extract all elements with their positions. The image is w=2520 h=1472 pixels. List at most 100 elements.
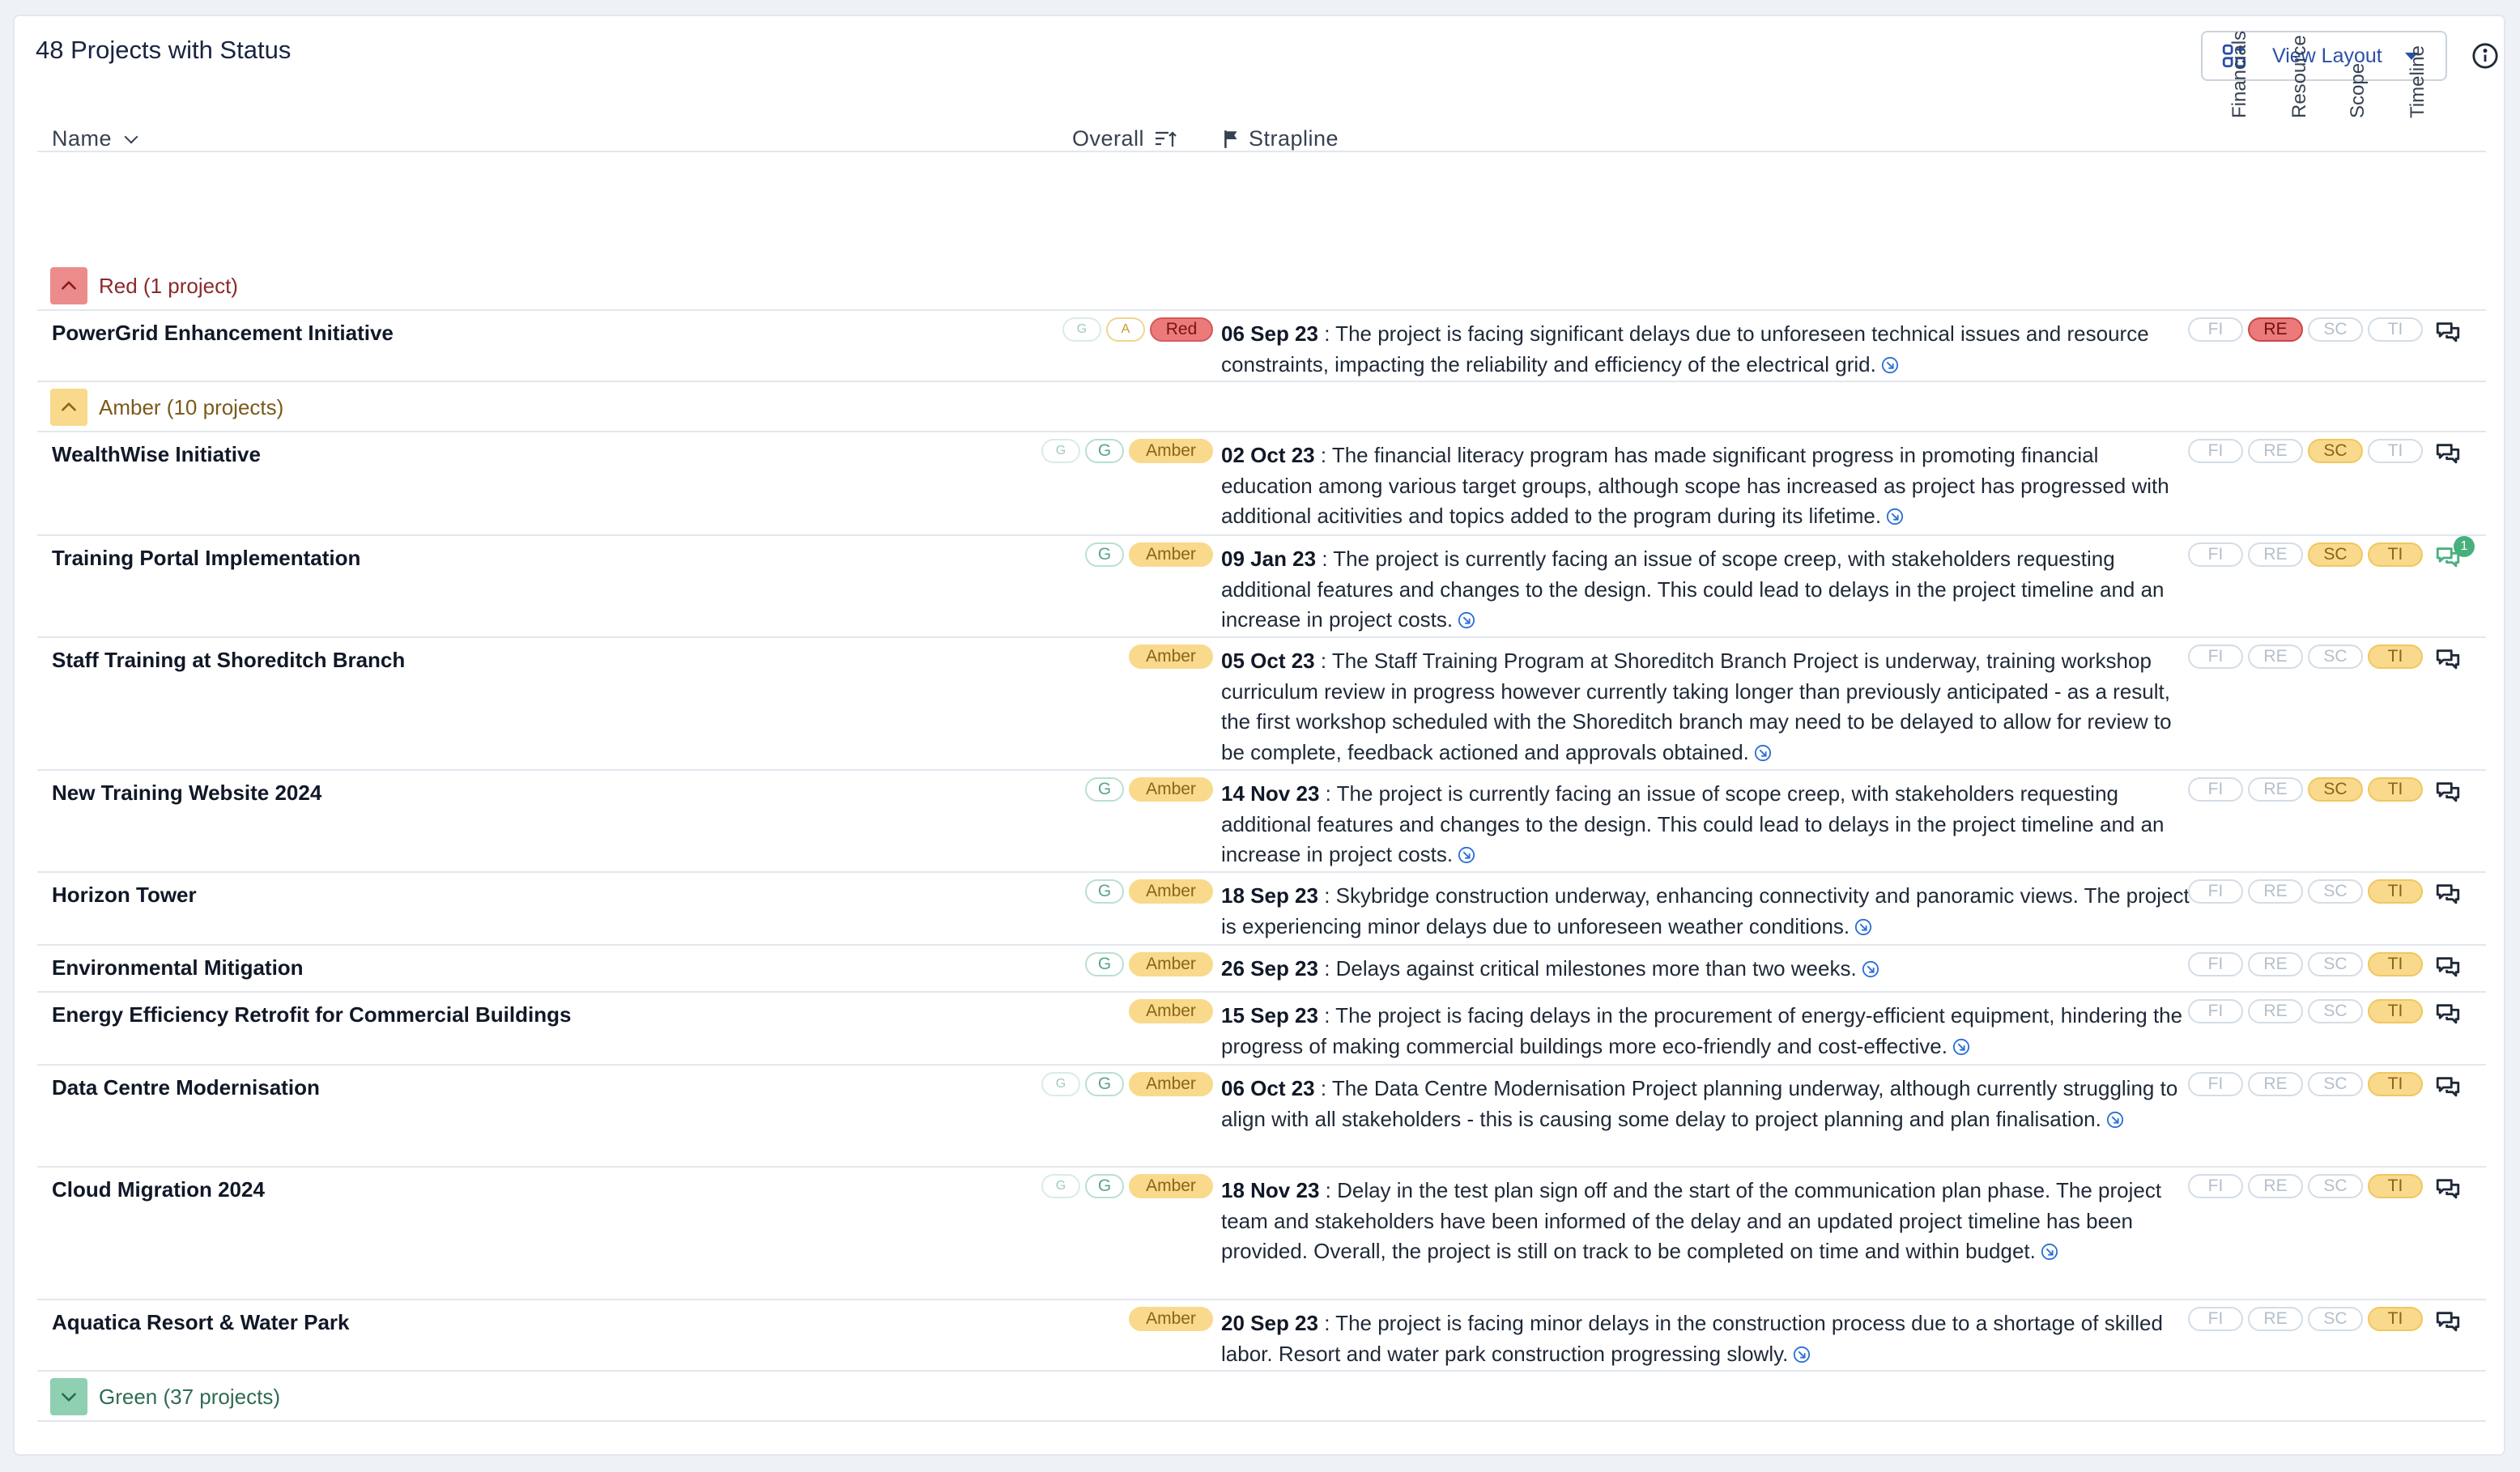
flag-icon xyxy=(1224,130,1237,148)
open-link-icon[interactable] xyxy=(2106,1111,2124,1129)
indicator-ti: TI xyxy=(2368,1307,2423,1331)
comments-button[interactable] xyxy=(2434,881,2462,908)
comments-button[interactable] xyxy=(2434,779,2462,806)
indicator-pills: FI RE SC TI xyxy=(2188,645,2423,669)
strapline: 14 Nov 23 : The project is currently fac… xyxy=(1221,779,2193,870)
status-history: Amber xyxy=(1129,999,1213,1023)
comment-count-badge: 1 xyxy=(2454,536,2475,557)
column-header-name[interactable]: Name xyxy=(52,126,138,151)
overall-status-badge: Amber xyxy=(1129,542,1213,567)
overall-status-badge: Red xyxy=(1150,317,1213,342)
strapline-text: : Skybridge construction underway, enhan… xyxy=(1221,883,2190,938)
table-row[interactable]: Aquatica Resort & Water Park Amber 20 Sep … xyxy=(37,1302,2486,1372)
table-row[interactable]: PowerGrid Enhancement Initiative G A Red 06 … xyxy=(37,313,2486,382)
table-row[interactable]: Environmental Mitigation G Amber 26 Sep 23 … xyxy=(37,947,2486,993)
project-name[interactable]: New Training Website 2024 xyxy=(52,781,321,806)
indicator-pills: FI RE SC TI xyxy=(2188,1307,2423,1331)
table-row[interactable]: Data Centre Modernisation G G Amber 06 Oct 2… xyxy=(37,1067,2486,1168)
open-link-icon[interactable] xyxy=(1458,846,1475,864)
indicator-re: RE xyxy=(2248,1072,2303,1096)
history-status-pill: G xyxy=(1085,439,1124,463)
comments-icon xyxy=(2436,1077,2460,1097)
info-icon[interactable] xyxy=(2471,42,2499,70)
project-name[interactable]: Training Portal Implementation xyxy=(52,546,360,571)
comments-button[interactable] xyxy=(2434,954,2462,981)
strapline-date: 15 Sep 23 xyxy=(1221,1003,1318,1027)
status-history: G Amber xyxy=(1085,542,1213,567)
group-toggle-green[interactable] xyxy=(50,1378,87,1415)
open-link-icon[interactable] xyxy=(1862,960,1879,978)
group-toggle-red[interactable] xyxy=(50,267,87,304)
open-link-icon[interactable] xyxy=(1881,356,1899,374)
comments-icon xyxy=(2436,444,2460,464)
indicator-ti: TI xyxy=(2368,999,2423,1023)
project-name[interactable]: Environmental Mitigation xyxy=(52,955,304,981)
open-link-icon[interactable] xyxy=(1793,1346,1811,1364)
open-link-icon[interactable] xyxy=(2041,1243,2058,1261)
group-toggle-amber[interactable] xyxy=(50,389,87,426)
status-history: G Amber xyxy=(1085,952,1213,976)
project-name[interactable]: Energy Efficiency Retrofit for Commercia… xyxy=(52,1002,571,1027)
comments-button[interactable] xyxy=(2434,1308,2462,1336)
column-header-overall[interactable]: Overall xyxy=(1072,126,1178,151)
table-row[interactable]: Energy Efficiency Retrofit for Commercia… xyxy=(37,994,2486,1066)
indicator-fi: FI xyxy=(2188,1174,2243,1198)
open-link-icon[interactable] xyxy=(1952,1038,1970,1056)
open-link-icon[interactable] xyxy=(1854,918,1872,936)
indicator-fi: FI xyxy=(2188,879,2243,904)
project-name[interactable]: WealthWise Initiative xyxy=(52,442,261,467)
comments-icon xyxy=(2436,1312,2460,1332)
group-label-red: Red (1 project) xyxy=(99,273,238,298)
comments-button[interactable] xyxy=(2434,1176,2462,1203)
group-header-amber: Amber (10 projects) xyxy=(37,384,2486,432)
open-link-icon[interactable] xyxy=(1458,611,1475,629)
comments-button[interactable] xyxy=(2434,1074,2462,1101)
project-name[interactable]: PowerGrid Enhancement Initiative xyxy=(52,321,394,346)
indicator-re: RE xyxy=(2248,542,2303,567)
overall-status-badge: Amber xyxy=(1129,645,1213,669)
project-name[interactable]: Aquatica Resort & Water Park xyxy=(52,1310,349,1335)
table-row[interactable]: Staff Training at Shoreditch Branch Amber… xyxy=(37,640,2486,771)
strapline: 15 Sep 23 : The project is facing delays… xyxy=(1221,1001,2193,1061)
group-label-green: Green (37 projects) xyxy=(99,1384,280,1409)
indicator-pills: FI RE SC TI xyxy=(2188,777,2423,802)
project-name[interactable]: Data Centre Modernisation xyxy=(52,1075,320,1100)
overall-status-badge: Amber xyxy=(1129,952,1213,976)
column-header-timeline: Timeline xyxy=(2407,45,2428,118)
indicator-re: RE xyxy=(2248,1307,2303,1331)
status-history: G Amber xyxy=(1085,777,1213,802)
comments-button[interactable] xyxy=(2434,1001,2462,1028)
indicator-pills: FI RE SC TI xyxy=(2188,879,2423,904)
chevron-up-icon xyxy=(62,402,76,411)
strapline: 26 Sep 23 : Delays against critical mile… xyxy=(1221,954,2193,985)
open-link-icon[interactable] xyxy=(1886,508,1904,525)
page-title: 48 Projects with Status xyxy=(36,36,292,64)
indicator-pills: FI RE SC TI xyxy=(2188,1174,2423,1198)
indicator-sc: SC xyxy=(2308,645,2363,669)
strapline-date: 09 Jan 23 xyxy=(1221,547,1317,571)
table-row[interactable]: Cloud Migration 2024 G G Amber 18 Nov 23 : D… xyxy=(37,1169,2486,1300)
project-name[interactable]: Staff Training at Shoreditch Branch xyxy=(52,648,405,673)
indicator-fi: FI xyxy=(2188,645,2243,669)
indicator-pills: FI RE SC TI xyxy=(2188,999,2423,1023)
table-row[interactable]: Horizon Tower G Amber 18 Sep 23 : Skybridge… xyxy=(37,874,2486,946)
strapline-text: : Delay in the test plan sign off and th… xyxy=(1221,1178,2162,1263)
project-name[interactable]: Horizon Tower xyxy=(52,883,197,908)
comments-icon xyxy=(2436,1179,2460,1199)
status-history: G G Amber xyxy=(1041,1174,1213,1198)
strapline: 06 Sep 23 : The project is facing signif… xyxy=(1221,319,2193,380)
comments-button[interactable] xyxy=(2434,319,2462,347)
status-history: G Amber xyxy=(1085,879,1213,904)
comments-button[interactable] xyxy=(2434,646,2462,674)
history-status-pill: G xyxy=(1085,777,1124,802)
indicator-re: RE xyxy=(2248,952,2303,976)
table-row[interactable]: WealthWise Initiative G G Amber 02 Oct 23 : … xyxy=(37,434,2486,536)
table-row[interactable]: Training Portal Implementation G Amber 09 J… xyxy=(37,536,2486,638)
table-header: Name Overall Strapline xyxy=(37,121,2486,152)
open-link-icon[interactable] xyxy=(1754,744,1772,762)
project-name[interactable]: Cloud Migration 2024 xyxy=(52,1177,265,1202)
history-status-pill: G xyxy=(1085,1174,1124,1198)
indicator-sc: SC xyxy=(2308,317,2363,342)
comments-button[interactable] xyxy=(2434,440,2462,468)
table-row[interactable]: New Training Website 2024 G Amber 14 Nov 23… xyxy=(37,772,2486,873)
